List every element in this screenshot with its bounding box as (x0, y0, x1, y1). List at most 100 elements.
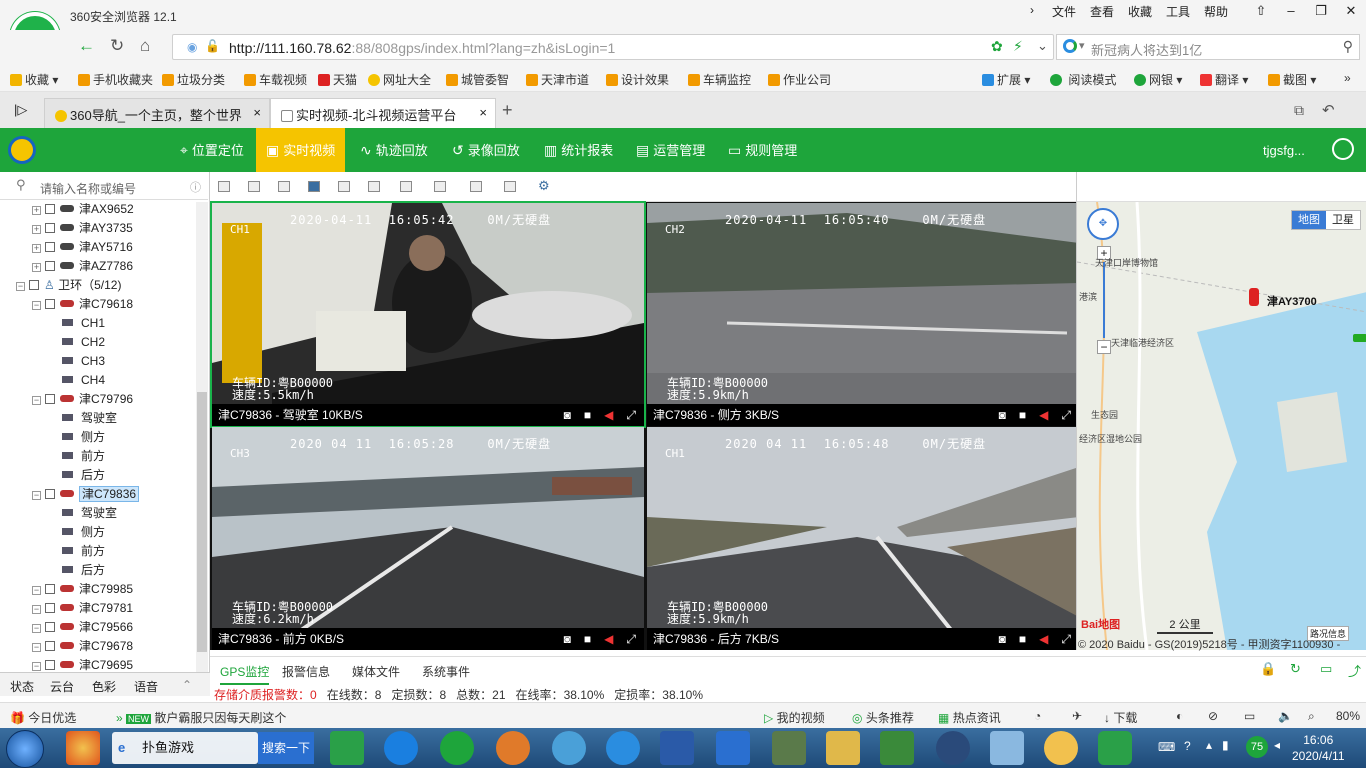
tree-channel[interactable]: 侧方 (62, 523, 105, 542)
tray-arrow-icon[interactable]: ▴ (1206, 738, 1212, 752)
tree-vehicle-selected[interactable]: − 津C79836 (32, 485, 140, 504)
maximize-button[interactable]: ❐ (1306, 0, 1336, 24)
zoom-icon[interactable]: ⌕ (1308, 709, 1315, 724)
taskbar-game-item[interactable]: e 扑鱼游戏 (112, 732, 258, 764)
app-icon-360-browser[interactable] (440, 731, 474, 765)
checkbox[interactable] (45, 641, 55, 651)
expand-icon[interactable]: − (32, 662, 41, 671)
taskbar-clock[interactable]: 16:06 2020/4/11 (1292, 732, 1345, 764)
sidebar-toggle-icon[interactable]: |▷ (14, 102, 27, 118)
video-pane-3[interactable]: 2020 04 11 16:05:28 0M/无硬盘 CH3 车辆ID:粤B00… (212, 427, 644, 650)
expand-icon[interactable]: − (32, 605, 41, 614)
snapshot-icon[interactable]: ◙ (999, 404, 1006, 426)
zoom-slider[interactable] (1103, 262, 1105, 338)
new-tab-button[interactable]: + (502, 100, 513, 121)
stop-icon[interactable]: ■ (584, 404, 591, 426)
bookmark-design[interactable]: 设计效果 (606, 71, 669, 88)
tree-vehicle[interactable]: − 津C79678 (32, 637, 133, 656)
expand-icon[interactable]: − (32, 491, 41, 500)
clean-icon[interactable]: ⊘ (1208, 709, 1218, 723)
menu-arrow-icon[interactable]: › (1030, 3, 1034, 17)
today-picks[interactable]: 🎁 今日优选 (10, 709, 76, 726)
minimize-button[interactable]: – (1276, 0, 1306, 24)
tray-360-badge[interactable]: 75 (1246, 736, 1268, 758)
menu-file[interactable]: 文件 (1052, 3, 1076, 20)
search-box[interactable]: ▾ 新冠病人将达到1亿 ⚲ (1056, 34, 1360, 60)
dropdown-chevron-icon[interactable]: ⌄ (1037, 38, 1048, 54)
play-all-icon[interactable] (470, 181, 482, 192)
app-icon-k[interactable] (384, 731, 418, 765)
tree-channel[interactable]: CH1 (62, 314, 105, 333)
download-link[interactable]: ↓ 下载 (1104, 709, 1137, 726)
expand-icon[interactable]: ⤢ (1061, 404, 1071, 426)
hot-news-link[interactable]: ▦ 热点资讯 (938, 709, 1001, 726)
restore-tabs-icon[interactable]: ⧉ (1294, 102, 1304, 119)
user-name[interactable]: tjgsfg... (1263, 143, 1305, 158)
undo-close-icon[interactable]: ↶ (1322, 101, 1335, 119)
nav-record-playback[interactable]: ↺ 录像回放 (442, 128, 530, 172)
mute-icon[interactable]: ◀ (1039, 404, 1048, 426)
layout-16-icon[interactable] (368, 181, 380, 192)
news-ticker[interactable]: » NEW 散户霸服只因每天刷这个 (116, 709, 286, 726)
scroll-thumb[interactable] (197, 392, 207, 652)
vehicle-marker-online-icon[interactable] (1353, 334, 1366, 342)
bookmark-city[interactable]: 城管委智 (446, 71, 509, 88)
tab-alarm-info[interactable]: 报警信息 (282, 663, 330, 680)
keyboard-icon[interactable]: ⌨ (1158, 740, 1175, 754)
checkbox[interactable] (45, 622, 55, 632)
close-window-button[interactable]: ✕ (1336, 0, 1366, 24)
nav-realtime-video[interactable]: ▣ 实时视频 (256, 128, 346, 172)
stop-icon[interactable]: ■ (1019, 628, 1026, 650)
taskbar-search-button[interactable]: 搜索一下 (258, 732, 314, 764)
back-icon[interactable]: ← (78, 36, 95, 56)
bookmark-company[interactable]: 作业公司 (768, 71, 831, 88)
search-engine-icon[interactable] (1063, 39, 1077, 53)
expand-icon[interactable]: + (32, 244, 41, 253)
reader-mode-button[interactable]: 阅读模式 (1050, 71, 1116, 88)
tab-realtime-video[interactable]: 实时视频-北斗视频运营平台 × (270, 98, 496, 128)
tree-channel[interactable]: 驾驶室 (62, 504, 117, 523)
mute-icon[interactable]: ◀ (604, 404, 613, 426)
snapshot-icon[interactable]: ◙ (564, 628, 571, 650)
expand-icon[interactable]: ⤢ (626, 628, 636, 650)
volume-tray-icon[interactable]: ◂ (1274, 738, 1280, 752)
bank-button[interactable]: 网银 ▾ (1134, 71, 1182, 88)
app-icon-globe[interactable] (936, 731, 970, 765)
menu-view[interactable]: 查看 (1090, 3, 1114, 20)
tree-vehicle[interactable]: − 津C79796 (32, 390, 133, 409)
collapse-icon[interactable]: − (16, 282, 25, 291)
tree-vehicle[interactable]: − 津C79618 (32, 295, 133, 314)
bookmark-hao[interactable]: 网址大全 (368, 71, 431, 88)
layout-1-icon[interactable] (218, 181, 230, 192)
lock-icon[interactable]: 🔒 (1260, 661, 1276, 677)
bookmark-car-video[interactable]: 车载视频 (244, 71, 307, 88)
settings-gear-icon[interactable]: ⚙ (538, 178, 550, 194)
home-icon[interactable]: ⌂ (140, 36, 150, 56)
stop-icon[interactable]: ■ (584, 628, 591, 650)
app-icon-monitor[interactable] (772, 731, 806, 765)
zoom-level[interactable]: 80% (1336, 709, 1360, 723)
refresh-icon[interactable]: ↻ (1290, 661, 1301, 677)
tree-channel[interactable]: 前方 (62, 447, 105, 466)
mute-icon[interactable]: ◀ (604, 628, 613, 650)
video-pane-2[interactable]: 2020-04-11 16:05:40 0M/无硬盘 CH2 车辆ID:粤B00… (647, 203, 1079, 426)
app-icon-ie[interactable] (606, 731, 640, 765)
map-view[interactable]: ✥ + − 地图 卫星 天津口岸博物馆 港滨 天津临港经济区 生态园 经济区湿地公… (1076, 202, 1366, 650)
site-info-icon[interactable]: ◉ (187, 40, 197, 54)
bookmark-mobile[interactable]: 手机收藏夹 (78, 71, 153, 88)
nav-location[interactable]: ⌖ 位置定位 (170, 128, 254, 172)
insecure-lock-icon[interactable]: 🔓 (205, 39, 220, 53)
engine-dropdown-icon[interactable]: ▾ (1079, 39, 1085, 52)
speed-icon[interactable]: ◔ (1034, 709, 1041, 723)
expand-icon[interactable]: − (32, 396, 41, 405)
layout-9-icon[interactable] (338, 181, 350, 192)
app-icon-vehicle[interactable] (880, 731, 914, 765)
close-tab-icon[interactable]: × (479, 105, 487, 120)
browser-icon[interactable]: ◐ (1176, 709, 1183, 723)
app-icon-word[interactable] (660, 731, 694, 765)
address-bar[interactable]: ◉ 🔓 http://111.160.78.62:88/808gps/index… (172, 34, 1054, 60)
window-icon[interactable]: ▭ (1244, 709, 1255, 723)
nav-operations[interactable]: ▤ 运营管理 (626, 128, 715, 172)
tree-search[interactable]: ⚲ 请输入名称或编号 ⓘ (0, 172, 208, 200)
tree-vehicle[interactable]: + 津AZ7786 (32, 257, 133, 276)
